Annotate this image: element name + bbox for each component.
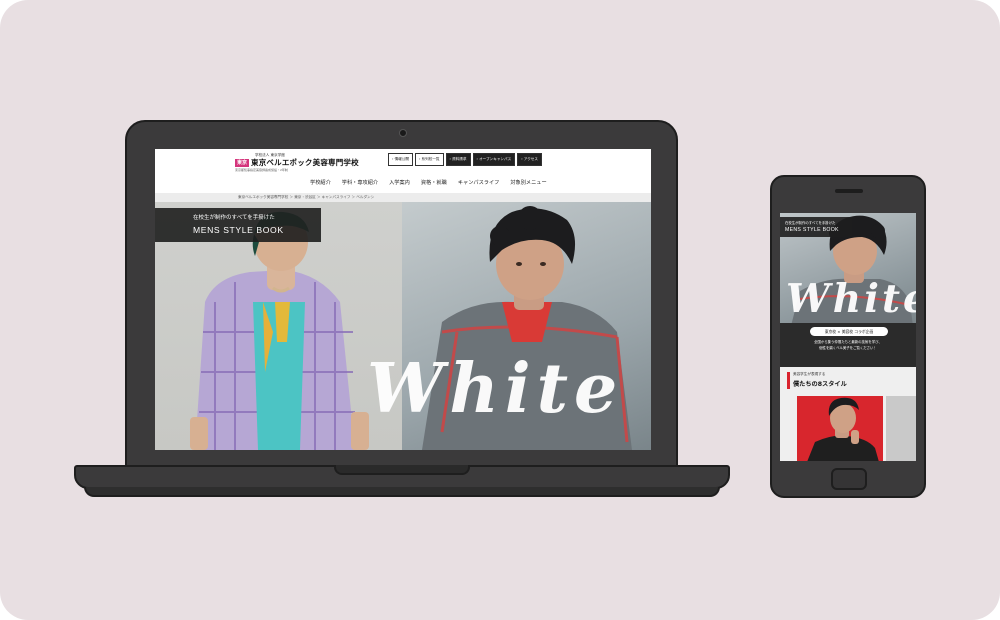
logo-subtitle: 東京都知事指定美容師養成施設・2年制 bbox=[235, 168, 288, 172]
collab-badge[interactable]: 東京校 × 美容校 コラボ企画 bbox=[810, 327, 888, 336]
phone-hero-caption: 在校生が制作のすべてを手掛けた MENS STYLE BOOK bbox=[780, 217, 852, 237]
description-line: 個性を磨くベル美子をご覧ください！ bbox=[819, 345, 877, 350]
nav-item-campus-life[interactable]: キャンパスライフ bbox=[458, 179, 500, 186]
nav-item-about[interactable]: 学校紹介 bbox=[310, 179, 331, 186]
header-button-info[interactable]: › 情報公開 bbox=[388, 153, 413, 166]
logo-main: 東京 東京ベルエポック美容専門学校 bbox=[235, 158, 359, 167]
laptop-base bbox=[74, 465, 730, 489]
phone-intro-panel: 東京校 × 美容校 コラボ企画 全国から集う仲間たちと最新の技術を学び、 個性を… bbox=[780, 323, 916, 367]
main-nav: 学校紹介 学科・専攻紹介 入学案内 資格・就職 キャンパスライフ 対象別メニュー bbox=[310, 179, 547, 186]
logo-badge: 東京 bbox=[235, 158, 250, 167]
site-logo[interactable]: 学校法人 東京学館 東京 東京ベルエポック美容専門学校 東京都知事指定美容師養成… bbox=[235, 153, 359, 172]
laptop-notch bbox=[334, 465, 470, 475]
header-button-schools[interactable]: › 系列校一覧 bbox=[414, 153, 444, 166]
smartphone: 在校生が制作のすべてを手掛けた MENS STYLE BOOK White 東京… bbox=[770, 175, 926, 498]
header-button-access[interactable]: › アクセス bbox=[517, 153, 542, 166]
hero-caption: 在校生が制作のすべてを手掛けた MENS STYLE BOOK bbox=[155, 208, 321, 242]
style-model-photo bbox=[807, 397, 879, 461]
style-photo-next[interactable] bbox=[886, 396, 916, 461]
nav-item-admission[interactable]: 入学案内 bbox=[389, 179, 410, 186]
phone-caption-subtitle: 在校生が制作のすべてを手掛けた bbox=[785, 221, 836, 225]
nav-item-career[interactable]: 資格・就職 bbox=[421, 179, 447, 186]
site-header: 学校法人 東京学館 東京 東京ベルエポック美容専門学校 東京都知事指定美容師養成… bbox=[155, 149, 651, 193]
background-canvas: 学校法人 東京学館 東京 東京ベルエポック美容専門学校 東京都知事指定美容師養成… bbox=[0, 0, 1000, 620]
phone-brush-word: White bbox=[786, 276, 916, 322]
style-photo[interactable] bbox=[797, 396, 883, 461]
section-title: 僕たちの8スタイル bbox=[793, 381, 847, 388]
hero-banner: 在校生が制作のすべてを手掛けた MENS STYLE BOOK White bbox=[155, 202, 651, 450]
camera-icon bbox=[399, 129, 407, 137]
phone-screen: 在校生が制作のすべてを手掛けた MENS STYLE BOOK White 東京… bbox=[780, 213, 916, 461]
header-buttons: › 情報公開 › 系列校一覧 › 資料請求 › オープンキャンパス › アクセス bbox=[388, 153, 542, 166]
logo-text: 東京ベルエポック美容専門学校 bbox=[251, 158, 359, 167]
hero-caption-subtitle: 在校生が制作のすべてを手掛けた bbox=[193, 215, 275, 221]
laptop-foot bbox=[84, 487, 720, 497]
laptop-lid: 学校法人 東京学館 東京 東京ベルエポック美容専門学校 東京都知事指定美容師養成… bbox=[125, 120, 678, 472]
logo-small-text: 学校法人 東京学館 bbox=[255, 153, 285, 157]
header-button-open-campus[interactable]: › オープンキャンパス bbox=[472, 153, 516, 166]
hero-brush-word: White bbox=[367, 349, 624, 429]
phone-caption-title: MENS STYLE BOOK bbox=[785, 227, 839, 233]
speaker-icon bbox=[835, 189, 863, 193]
phone-styles-section: 美容学生が表現する 僕たちの8スタイル bbox=[780, 367, 916, 461]
home-button bbox=[831, 468, 867, 490]
nav-item-audience-menu[interactable]: 対象別メニュー bbox=[510, 179, 546, 186]
section-accent-bar bbox=[787, 372, 790, 389]
breadcrumb-bar: 東京ベルエポック美容専門学校 ＞ 東京・渋谷区 ＞ キャンパスライフ ＞ ベルダ… bbox=[155, 193, 651, 202]
section-subtitle: 美容学生が表現する bbox=[793, 372, 826, 376]
phone-description: 全国から集う仲間たちと最新の技術を学び、 個性を磨くベル美子をご覧ください！ bbox=[780, 340, 916, 351]
laptop-screen: 学校法人 東京学館 東京 東京ベルエポック美容専門学校 東京都知事指定美容師養成… bbox=[155, 149, 651, 450]
nav-item-courses[interactable]: 学科・専攻紹介 bbox=[342, 179, 378, 186]
breadcrumb[interactable]: 東京ベルエポック美容専門学校 ＞ 東京・渋谷区 ＞ キャンパスライフ ＞ ベルダ… bbox=[238, 195, 374, 200]
hero-caption-title: MENS STYLE BOOK bbox=[193, 225, 284, 235]
header-button-brochure[interactable]: › 資料請求 bbox=[445, 153, 471, 166]
